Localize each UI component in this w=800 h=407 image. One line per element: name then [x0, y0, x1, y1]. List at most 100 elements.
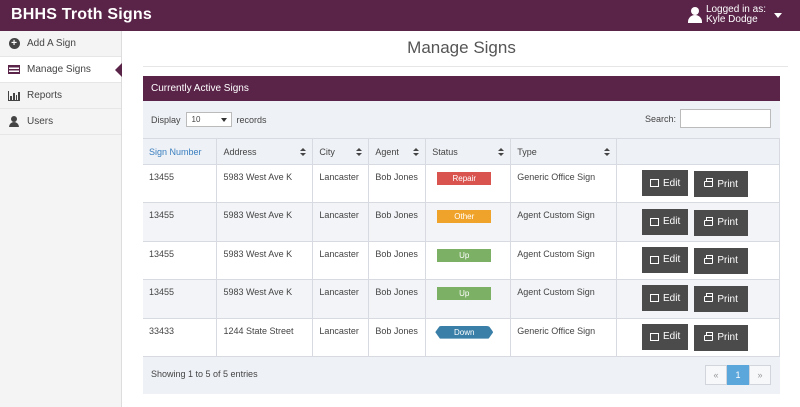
- status-badge: Other: [437, 210, 492, 224]
- user-icon: [687, 7, 702, 23]
- table-row: 13455 5983 West Ave K Lancaster Bob Jone…: [143, 279, 780, 319]
- user-name: Kyle Dodge: [705, 14, 758, 25]
- search-input[interactable]: [680, 109, 771, 128]
- city-cell: Lancaster: [312, 279, 370, 319]
- print-button[interactable]: Print: [694, 324, 749, 351]
- sidebar-item-users[interactable]: Users: [0, 109, 121, 135]
- print-button[interactable]: Print: [694, 247, 749, 274]
- address-cell: 5983 West Ave K: [216, 202, 314, 242]
- edit-label: Edit: [662, 331, 681, 343]
- address-cell: 5983 West Ave K: [216, 279, 314, 319]
- print-button[interactable]: Print: [694, 171, 749, 198]
- status-cell: Other: [425, 202, 512, 242]
- status-badge: Repair: [437, 172, 492, 185]
- edit-button[interactable]: Edit: [642, 285, 689, 312]
- printer-icon: [704, 254, 714, 264]
- edit-label: Edit: [662, 177, 681, 189]
- agent-cell: Bob Jones: [368, 279, 427, 319]
- edit-button[interactable]: Edit: [642, 170, 689, 197]
- sort-icon: [413, 148, 420, 157]
- type-cell: Agent Custom Sign: [510, 279, 618, 319]
- table-row: 13455 5983 West Ave K Lancaster Bob Jone…: [143, 202, 780, 242]
- address-cell: 1244 State Street: [216, 318, 314, 357]
- app-title[interactable]: BHHS Troth Signs: [11, 6, 152, 24]
- pagination: « 1 »: [705, 364, 771, 385]
- table-row: 33433 1244 State Street Lancaster Bob Jo…: [143, 318, 780, 357]
- sidebar-item-reports[interactable]: Reports: [0, 83, 121, 109]
- type-cell: Generic Office Sign: [510, 164, 618, 204]
- sort-icon: [356, 148, 363, 157]
- column-header-label: Agent: [375, 146, 399, 157]
- user-menu[interactable]: Logged in as: Kyle Dodge: [687, 5, 782, 25]
- column-header-sign-number[interactable]: Sign Number: [143, 138, 218, 165]
- caret-down-icon[interactable]: [774, 12, 782, 18]
- display-label: Display: [151, 114, 181, 125]
- pagination-previous[interactable]: «: [705, 364, 727, 385]
- sign-number-cell: 13455: [143, 202, 218, 242]
- sort-icon: [498, 148, 505, 157]
- sign-number-cell: 33433: [143, 318, 218, 357]
- column-header-label: City: [319, 146, 335, 157]
- column-header-city[interactable]: City: [312, 138, 370, 165]
- status-badge: Up: [437, 287, 492, 301]
- pagination-page-1[interactable]: 1: [727, 364, 749, 385]
- sign-number-cell: 13455: [143, 164, 218, 204]
- printer-icon: [704, 293, 714, 303]
- column-header-agent[interactable]: Agent: [368, 138, 427, 165]
- bar-chart-icon: [8, 90, 20, 102]
- type-cell: Agent Custom Sign: [510, 241, 618, 281]
- column-header-label: Address: [223, 146, 257, 157]
- table-header-row: Sign Number Address City Agent Status Ty…: [143, 138, 780, 165]
- pagination-next[interactable]: »: [749, 364, 771, 385]
- divider: [143, 66, 788, 67]
- city-cell: Lancaster: [312, 202, 370, 242]
- print-label: Print: [717, 255, 738, 267]
- panel-title: Currently Active Signs: [143, 76, 780, 101]
- sidebar-item-add-sign[interactable]: + Add A Sign: [0, 31, 121, 57]
- table-footer: Showing 1 to 5 of 5 entries « 1 »: [143, 357, 780, 397]
- printer-icon: [704, 331, 714, 341]
- printer-icon: [704, 178, 714, 188]
- print-button[interactable]: Print: [694, 209, 749, 236]
- page-length-select[interactable]: 10: [185, 112, 232, 127]
- search-label: Search:: [644, 113, 676, 124]
- table-row: 13455 5983 West Ave K Lancaster Bob Jone…: [143, 164, 780, 204]
- status-cell: Down: [425, 318, 512, 357]
- sidebar-item-label: Add A Sign: [27, 38, 76, 49]
- print-button[interactable]: Print: [694, 286, 749, 313]
- column-header-address[interactable]: Address: [216, 138, 314, 165]
- status-badge: Up: [437, 248, 492, 262]
- table-info: Showing 1 to 5 of 5 entries: [151, 368, 258, 379]
- print-label: Print: [717, 178, 738, 190]
- page-length-control: Display 10 records: [151, 112, 267, 127]
- table-row: 13455 5983 West Ave K Lancaster Bob Jone…: [143, 241, 780, 281]
- sign-number-cell: 13455: [143, 241, 218, 281]
- actions-cell: Edit Print: [616, 164, 780, 204]
- sidebar-item-manage-signs[interactable]: Manage Signs: [0, 57, 122, 83]
- sidebar-item-label: Users: [27, 116, 54, 127]
- status-badge: Down: [435, 325, 494, 339]
- edit-label: Edit: [662, 292, 681, 304]
- type-cell: Generic Office Sign: [510, 318, 618, 357]
- edit-icon: [649, 294, 659, 303]
- column-header-status[interactable]: Status: [425, 138, 512, 165]
- status-cell: Up: [425, 241, 512, 281]
- column-header-type[interactable]: Type: [510, 138, 618, 165]
- edit-button[interactable]: Edit: [642, 323, 689, 350]
- main-content: Manage Signs Currently Active Signs Disp…: [123, 31, 800, 407]
- user-info: Logged in as: Kyle Dodge: [706, 5, 766, 25]
- actions-cell: Edit Print: [616, 318, 780, 357]
- edit-button[interactable]: Edit: [642, 208, 689, 235]
- print-label: Print: [717, 293, 738, 305]
- agent-cell: Bob Jones: [368, 164, 427, 204]
- agent-cell: Bob Jones: [368, 241, 427, 281]
- flag-icon: [8, 64, 20, 76]
- actions-cell: Edit Print: [616, 279, 780, 319]
- page-length-value: 10: [191, 115, 201, 124]
- edit-button[interactable]: Edit: [642, 246, 689, 273]
- agent-cell: Bob Jones: [368, 318, 427, 357]
- records-label: records: [236, 114, 267, 125]
- city-cell: Lancaster: [312, 241, 370, 281]
- edit-label: Edit: [662, 216, 681, 228]
- edit-icon: [649, 332, 659, 341]
